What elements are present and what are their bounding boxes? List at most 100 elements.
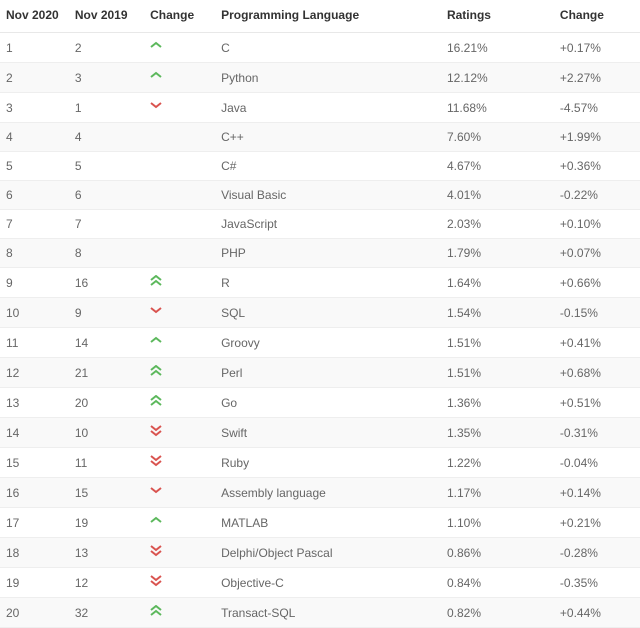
cell-nov2019: 19 [69, 508, 144, 538]
cell-nov2019: 6 [69, 181, 144, 210]
cell-nov2019: 11 [69, 448, 144, 478]
cell-nov2020: 1 [0, 33, 69, 63]
cell-nov2020: 19 [0, 568, 69, 598]
cell-nov2019: 15 [69, 478, 144, 508]
cell-change: +0.51% [554, 388, 640, 418]
cell-ratings: 1.79% [441, 239, 554, 268]
cell-nov2019: 9 [69, 298, 144, 328]
table-row: 916R1.64%+0.66% [0, 268, 640, 298]
cell-ratings: 4.67% [441, 152, 554, 181]
cell-trend [144, 63, 215, 93]
cell-nov2019: 3 [69, 63, 144, 93]
cell-change: -0.15% [554, 298, 640, 328]
table-row: 31Java11.68%-4.57% [0, 93, 640, 123]
cell-ratings: 0.82% [441, 598, 554, 628]
cell-ratings: 4.01% [441, 181, 554, 210]
table-row: 12C16.21%+0.17% [0, 33, 640, 63]
cell-nov2020: 3 [0, 93, 69, 123]
cell-change: +0.10% [554, 210, 640, 239]
cell-ratings: 1.64% [441, 268, 554, 298]
cell-nov2019: 32 [69, 598, 144, 628]
cell-nov2020: 12 [0, 358, 69, 388]
header-ratings: Ratings [441, 0, 554, 33]
chevron-down-icon [150, 100, 162, 112]
cell-ratings: 1.22% [441, 448, 554, 478]
cell-change: -0.35% [554, 568, 640, 598]
cell-ratings: 1.51% [441, 358, 554, 388]
cell-language: JavaScript [215, 210, 441, 239]
cell-language: Objective-C [215, 568, 441, 598]
cell-language: Visual Basic [215, 181, 441, 210]
cell-language: Transact-SQL [215, 598, 441, 628]
cell-nov2019: 1 [69, 93, 144, 123]
cell-nov2020: 17 [0, 508, 69, 538]
table-row: 55C#4.67%+0.36% [0, 152, 640, 181]
header-change: Change [554, 0, 640, 33]
cell-trend [144, 239, 215, 268]
table-row: 1114Groovy1.51%+0.41% [0, 328, 640, 358]
cell-language: Groovy [215, 328, 441, 358]
cell-change: +0.07% [554, 239, 640, 268]
chevron-up-icon [150, 70, 162, 82]
cell-change: +0.44% [554, 598, 640, 628]
cell-ratings: 1.54% [441, 298, 554, 328]
cell-language: Perl [215, 358, 441, 388]
cell-nov2019: 5 [69, 152, 144, 181]
header-nov2020: Nov 2020 [0, 0, 69, 33]
table-row: 23Python12.12%+2.27% [0, 63, 640, 93]
table-row: 1615Assembly language1.17%+0.14% [0, 478, 640, 508]
cell-nov2019: 2 [69, 33, 144, 63]
cell-nov2019: 13 [69, 538, 144, 568]
table-row: 1410Swift1.35%-0.31% [0, 418, 640, 448]
cell-nov2020: 13 [0, 388, 69, 418]
cell-trend [144, 448, 215, 478]
chevron-down-icon [150, 305, 162, 317]
cell-trend [144, 388, 215, 418]
cell-nov2020: 11 [0, 328, 69, 358]
table-row: 109SQL1.54%-0.15% [0, 298, 640, 328]
cell-nov2020: 9 [0, 268, 69, 298]
cell-nov2020: 18 [0, 538, 69, 568]
table-row: 2032 Transact-SQL0.82%+0.44% [0, 598, 640, 628]
double-chevron-up-icon [150, 365, 162, 377]
cell-trend [144, 358, 215, 388]
cell-language: Java [215, 93, 441, 123]
table-row: 1719MATLAB1.10%+0.21% [0, 508, 640, 538]
cell-ratings: 1.17% [441, 478, 554, 508]
cell-ratings: 2.03% [441, 210, 554, 239]
cell-nov2019: 10 [69, 418, 144, 448]
cell-nov2019: 7 [69, 210, 144, 239]
cell-change: +0.68% [554, 358, 640, 388]
cell-trend [144, 508, 215, 538]
double-chevron-up-icon [150, 275, 162, 287]
cell-nov2020: 8 [0, 239, 69, 268]
cell-language: C# [215, 152, 441, 181]
chevron-down-icon [150, 485, 162, 497]
cell-change: +2.27% [554, 63, 640, 93]
cell-nov2020: 7 [0, 210, 69, 239]
header-change-icon: Change [144, 0, 215, 33]
table-row: 1912Objective-C0.84%-0.35% [0, 568, 640, 598]
cell-nov2019: 8 [69, 239, 144, 268]
cell-nov2020: 14 [0, 418, 69, 448]
cell-trend [144, 210, 215, 239]
chevron-up-icon [150, 40, 162, 52]
cell-language: Delphi/Object Pascal [215, 538, 441, 568]
cell-nov2019: 4 [69, 123, 144, 152]
cell-language: R [215, 268, 441, 298]
double-chevron-down-icon [150, 425, 162, 437]
cell-change: +0.41% [554, 328, 640, 358]
chevron-up-icon [150, 515, 162, 527]
cell-trend [144, 298, 215, 328]
cell-nov2020: 20 [0, 598, 69, 628]
cell-language: C [215, 33, 441, 63]
table-row: 1813Delphi/Object Pascal0.86%-0.28% [0, 538, 640, 568]
cell-nov2020: 4 [0, 123, 69, 152]
cell-language: Go [215, 388, 441, 418]
table-row: 1221Perl1.51%+0.68% [0, 358, 640, 388]
double-chevron-down-icon [150, 455, 162, 467]
cell-nov2019: 12 [69, 568, 144, 598]
cell-ratings: 12.12% [441, 63, 554, 93]
table-row: 1320Go1.36%+0.51% [0, 388, 640, 418]
cell-nov2019: 14 [69, 328, 144, 358]
